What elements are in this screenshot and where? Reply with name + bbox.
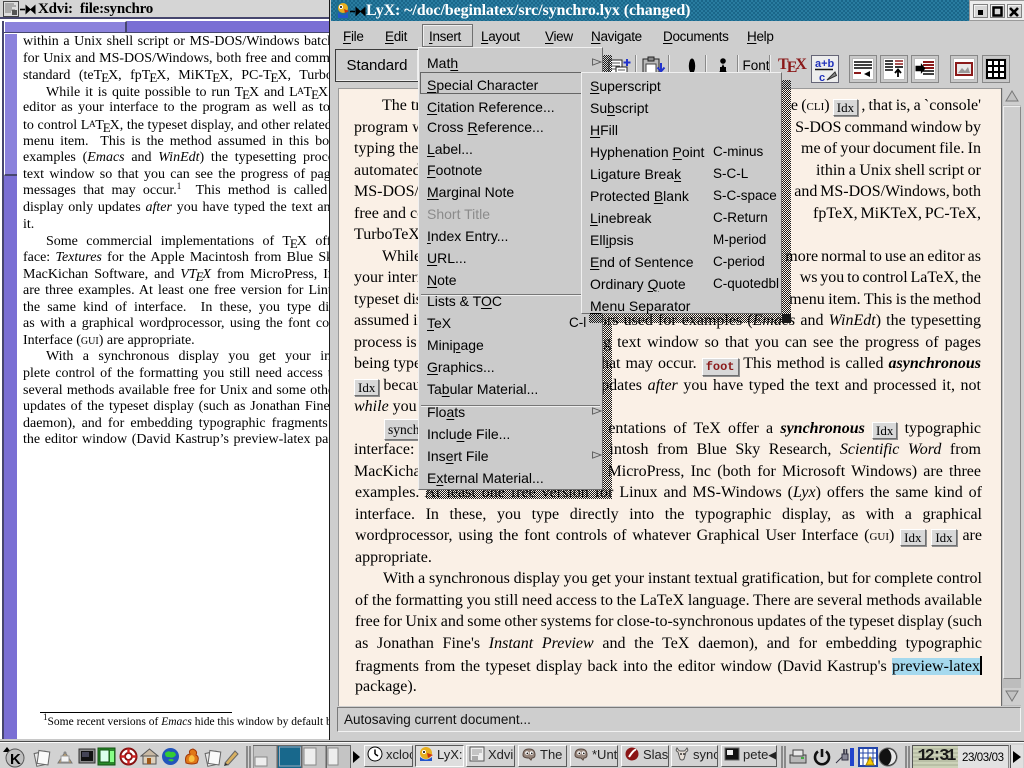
svg-text:K: K <box>10 751 21 768</box>
svg-text:a+b: a+b <box>815 58 835 70</box>
svg-text:c: c <box>819 72 825 83</box>
